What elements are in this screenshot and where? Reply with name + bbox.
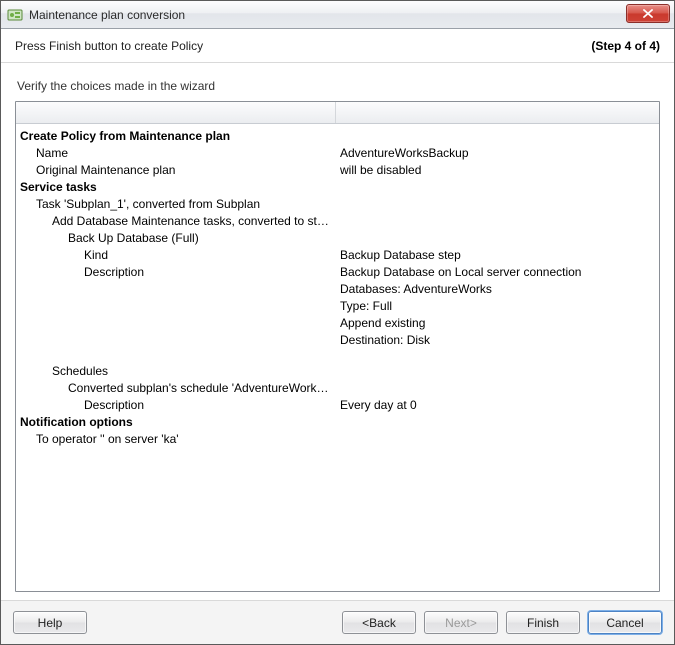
summary-row: Add Database Maintenance tasks, converte… [20,213,651,230]
row-key: To operator '' on server 'ka' [20,431,340,448]
row-key: Original Maintenance plan [20,162,340,179]
summary-row: DescriptionBackup Database on Local serv… [20,264,651,349]
title-bar: Maintenance plan conversion [1,1,674,29]
row-value: Backup Database on Local server connecti… [340,264,651,349]
row-key: Description [20,264,340,281]
close-button[interactable] [626,4,670,23]
dialog-window: Maintenance plan conversion Press Finish… [0,0,675,645]
row-value: Backup Database step [340,247,651,264]
summary-grid: Create Policy from Maintenance planNameA… [15,101,660,592]
wizard-instruction: Press Finish button to create Policy [15,39,203,53]
summary-row: Service tasks [20,179,651,196]
row-key: Name [20,145,340,162]
row-value: Every day at 0 [340,397,651,414]
button-bar: Help <Back Next> Finish Cancel [1,600,674,644]
grid-header-col-value [336,102,659,123]
grid-header [16,102,659,124]
summary-row: Original Maintenance planwill be disable… [20,162,651,179]
summary-row: DescriptionEvery day at 0 [20,397,651,414]
app-icon [7,7,23,23]
row-value: AdventureWorksBackup [340,145,651,162]
section-label: Create Policy from Maintenance plan [20,128,340,145]
row-key: Converted subplan's schedule 'AdventureW… [20,380,340,397]
next-button: Next> [424,611,498,634]
row-key: Back Up Database (Full) [20,230,340,247]
row-key: Kind [20,247,340,264]
summary-row: Notification options [20,414,651,431]
help-button[interactable]: Help [13,611,87,634]
window-title: Maintenance plan conversion [29,8,185,22]
row-key: Add Database Maintenance tasks, converte… [20,213,340,230]
summary-row: NameAdventureWorksBackup [20,145,651,162]
row-value: will be disabled [340,162,651,179]
summary-row: To operator '' on server 'ka' [20,431,651,448]
summary-row: Schedules [20,363,651,380]
row-key: Description [20,397,340,414]
wizard-header: Press Finish button to create Policy (St… [1,29,674,63]
wizard-step-indicator: (Step 4 of 4) [591,39,660,53]
back-button[interactable]: <Back [342,611,416,634]
cancel-button[interactable]: Cancel [588,611,662,634]
summary-row: Task 'Subplan_1', converted from Subplan [20,196,651,213]
section-label: Notification options [20,414,340,431]
summary-row: Back Up Database (Full) [20,230,651,247]
summary-row: Create Policy from Maintenance plan [20,128,651,145]
summary-row: KindBackup Database step [20,247,651,264]
grid-header-col-key [16,102,336,123]
row-key: Schedules [20,363,340,380]
content-area: Verify the choices made in the wizard Cr… [1,63,674,600]
row-key: Task 'Subplan_1', converted from Subplan [20,196,340,213]
finish-button[interactable]: Finish [506,611,580,634]
summary-row: Converted subplan's schedule 'AdventureW… [20,380,651,397]
section-label: Service tasks [20,179,340,196]
verify-label: Verify the choices made in the wizard [15,73,660,101]
grid-body: Create Policy from Maintenance planNameA… [16,124,659,591]
spacer-row [20,349,651,363]
